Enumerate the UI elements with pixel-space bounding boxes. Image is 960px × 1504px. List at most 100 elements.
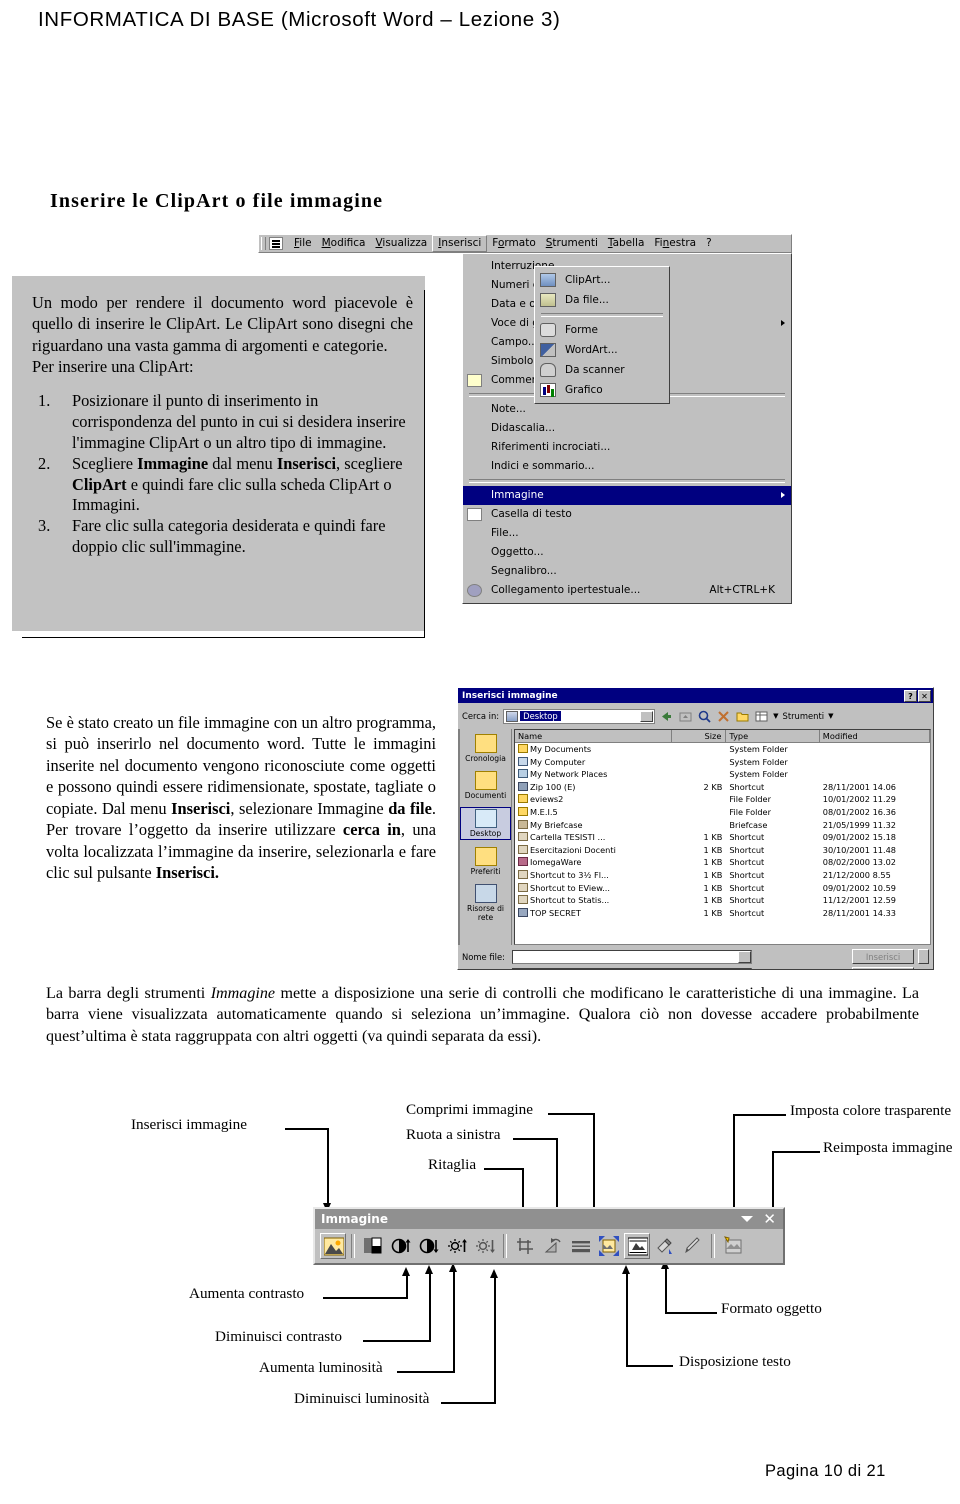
panel-edge	[425, 276, 428, 631]
format-object-button[interactable]	[680, 1233, 706, 1259]
menu-item-oggetto[interactable]: Oggetto...	[463, 543, 791, 562]
place-desktop[interactable]: Desktop	[460, 807, 511, 840]
place-risorse-di-rete[interactable]: Risorse di rete	[460, 883, 511, 923]
chevron-down-icon[interactable]	[738, 950, 751, 963]
menu-item-casella-di-testo[interactable]: Casella di testo	[463, 505, 791, 524]
filename-input[interactable]	[512, 949, 752, 964]
cancel-button[interactable]: Annulla	[852, 967, 914, 969]
column-header-name[interactable]: Name	[515, 730, 672, 743]
toolbar-titlebar[interactable]: Immagine ✕	[315, 1209, 783, 1229]
chevron-down-icon[interactable]	[738, 968, 751, 969]
chevron-down-icon[interactable]	[640, 710, 654, 722]
tools-dropdown-arrow-icon[interactable]: ▼	[828, 712, 833, 720]
column-header-size[interactable]: Size	[671, 730, 727, 743]
filetype-select[interactable]: Tutte le immagini (*.emf;*.wmf;*.jpg;*.j…	[512, 967, 752, 969]
insert-split-arrow[interactable]	[918, 949, 929, 964]
submenu-item-wordart[interactable]: WordArt...	[535, 340, 669, 360]
back-icon[interactable]	[659, 709, 674, 724]
menu-item-segnalibro[interactable]: Segnalibro...	[463, 562, 791, 581]
more-contrast-button[interactable]	[388, 1233, 414, 1259]
menu-inserisci[interactable]: Inserisci	[432, 235, 488, 252]
menu-formato[interactable]: Formato	[487, 236, 540, 251]
lookin-combo[interactable]: Desktop	[503, 708, 656, 724]
less-brightness-button[interactable]	[472, 1233, 498, 1259]
toolbar-grip[interactable]	[261, 237, 266, 250]
menu-item-immagine[interactable]: Immagine	[463, 486, 791, 505]
submenu-item-da-scanner[interactable]: Da scanner	[535, 360, 669, 380]
compress-picture-button[interactable]	[596, 1233, 622, 1259]
emphasis-cerca-in: cerca in	[342, 820, 401, 840]
image-control-button[interactable]	[360, 1233, 386, 1259]
views-icon[interactable]	[754, 709, 769, 724]
rotate-left-button[interactable]	[540, 1233, 566, 1259]
table-row[interactable]: My Briefcase Briefcase 21/05/1999 11.32	[515, 819, 930, 832]
table-row[interactable]: IomegaWare 1 KB Shortcut 08/02/2000 13.02	[515, 856, 930, 869]
table-row[interactable]: Shortcut to Statis... 1 KB Shortcut 11/12/2…	[515, 894, 930, 907]
new-folder-icon[interactable]	[735, 709, 750, 724]
insert-picture-button[interactable]	[320, 1233, 346, 1259]
crop-button[interactable]	[512, 1233, 538, 1259]
menu-item-indici-e-sommario[interactable]: Indici e sommario...	[463, 457, 791, 476]
file-list-header: Name Size Type Modified	[515, 730, 930, 743]
set-transparent-color-button[interactable]	[652, 1233, 678, 1259]
network-places-icon	[474, 884, 497, 903]
menu-help[interactable]: ?	[701, 236, 717, 251]
line-style-button[interactable]	[568, 1233, 594, 1259]
submenu-item-grafico[interactable]: Grafico	[535, 380, 669, 400]
leader-line	[429, 1274, 431, 1341]
menu-tabella[interactable]: Tabella	[603, 236, 650, 251]
close-button[interactable]: ✕	[918, 689, 931, 702]
table-row[interactable]: eviews2 File Folder 10/01/2002 11.29	[515, 793, 930, 806]
menu-modifica[interactable]: Modifica	[317, 236, 371, 251]
column-header-type[interactable]: Type	[726, 730, 820, 743]
table-row[interactable]: My Computer System Folder	[515, 756, 930, 769]
folder-icon	[518, 806, 528, 816]
menu-item-didascalia[interactable]: Didascalia...	[463, 419, 791, 438]
table-row[interactable]: Shortcut to EView... 1 KB Shortcut 09/01/20…	[515, 882, 930, 895]
network-icon	[518, 769, 528, 779]
table-row[interactable]: My Network Places System Folder	[515, 768, 930, 781]
table-row[interactable]: M.E.I.5 File Folder 08/01/2002 16.36	[515, 806, 930, 819]
place-cronologia[interactable]: Cronologia	[460, 733, 511, 764]
submenu-item-forme[interactable]: Forme	[535, 320, 669, 340]
file-modified-cell: 09/01/2002 15.18	[822, 832, 897, 843]
file-size-cell: 1 KB	[703, 832, 723, 843]
menu-finestra[interactable]: Finestra	[649, 236, 701, 251]
column-header-modified[interactable]: Modified	[819, 730, 930, 743]
table-row[interactable]: Zip 100 (E) 2 KB Shortcut 28/11/2001 14.06	[515, 781, 930, 794]
text-wrapping-button[interactable]	[624, 1233, 650, 1259]
wordart-icon	[540, 343, 556, 357]
menu-item-riferimenti-incrociati[interactable]: Riferimenti incrociati...	[463, 438, 791, 457]
table-row[interactable]: Shortcut to 3½ Fl... 1 KB Shortcut 21/12/20…	[515, 869, 930, 882]
help-button[interactable]: ?	[904, 689, 917, 702]
submenu-item-clipart[interactable]: ClipArt...	[535, 270, 669, 290]
up-folder-icon[interactable]	[678, 709, 693, 724]
submenu-item-da-file[interactable]: Da file...	[535, 290, 669, 310]
table-row[interactable]: My Documents System Folder	[515, 743, 930, 756]
more-brightness-button[interactable]	[444, 1233, 470, 1259]
table-row[interactable]: TOP SECRET 1 KB Shortcut 28/11/2001 14.33	[515, 907, 930, 920]
table-row[interactable]: Cartella TESISTI ... 1 KB Shortcut 09/01/20…	[515, 831, 930, 844]
desktop-icon	[506, 710, 519, 722]
file-type-cell: File Folder	[729, 806, 771, 817]
menu-file[interactable]: File	[289, 236, 317, 251]
search-icon[interactable]	[697, 709, 712, 724]
menu-strumenti[interactable]: Strumenti	[541, 236, 603, 251]
menu-item-file[interactable]: File...	[463, 524, 791, 543]
reset-picture-button[interactable]	[720, 1233, 746, 1259]
insert-button[interactable]: Inserisci	[852, 949, 914, 964]
place-preferiti[interactable]: Preferiti	[460, 846, 511, 877]
tools-menu[interactable]: Strumenti	[783, 711, 825, 721]
menu-visualizza[interactable]: Visualizza	[370, 236, 432, 251]
file-list[interactable]: Name Size Type Modified My Documents Syst…	[514, 729, 931, 945]
annotation-aumenta-contrasto: Aumenta contrasto	[189, 1285, 305, 1302]
place-documenti[interactable]: Documenti	[460, 770, 511, 801]
views-dropdown-arrow-icon[interactable]: ▼	[773, 712, 778, 720]
close-icon[interactable]: ✕	[763, 1212, 776, 1227]
less-contrast-button[interactable]	[416, 1233, 442, 1259]
menu-item-collegamento-ipertestuale[interactable]: Collegamento ipertestuale... Alt+CTRL+K	[463, 581, 791, 600]
chevron-down-icon[interactable]	[741, 1216, 754, 1222]
delete-icon[interactable]	[716, 709, 731, 724]
table-row[interactable]: Esercitazioni Docenti 1 KB Shortcut 30/10/2…	[515, 844, 930, 857]
file-size-cell: 1 KB	[703, 869, 723, 880]
